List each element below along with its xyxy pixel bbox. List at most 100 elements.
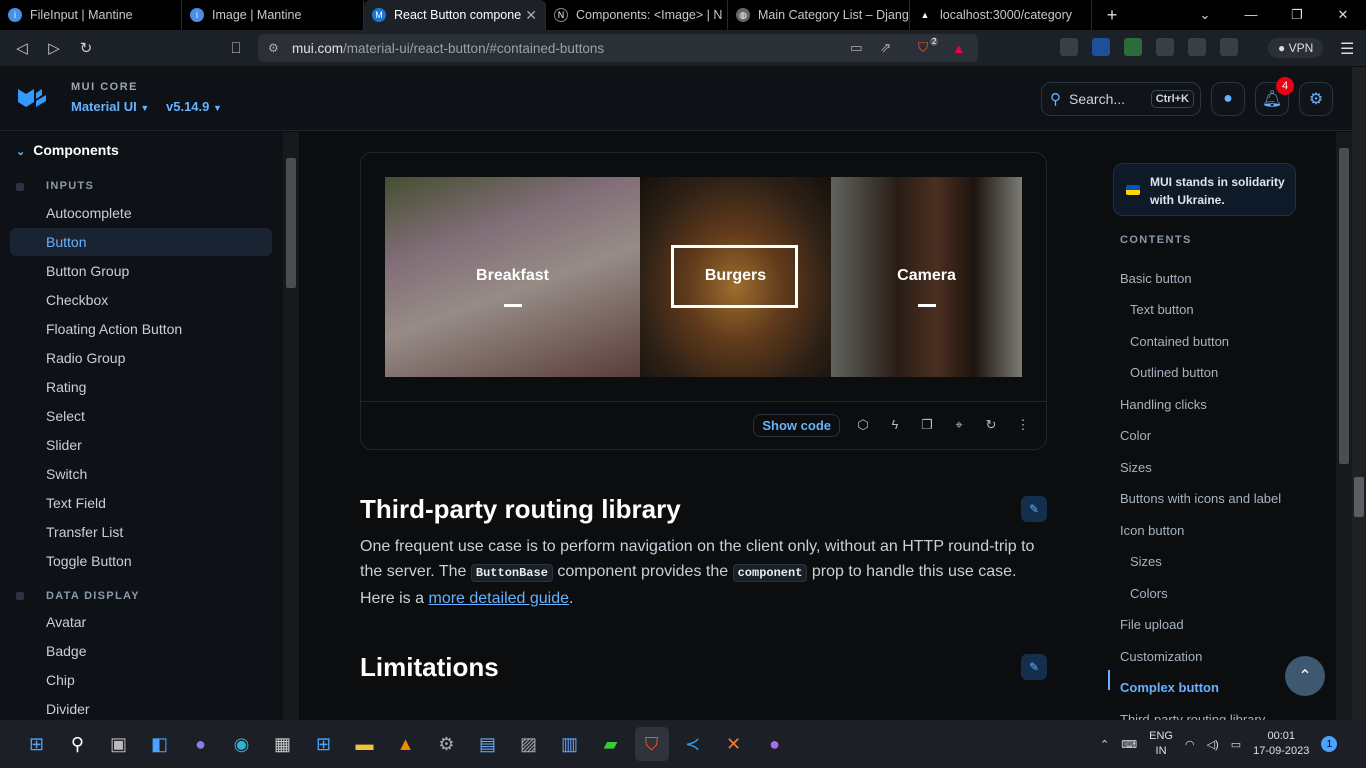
- page-scrollbar[interactable]: [1336, 132, 1352, 720]
- widgets-icon[interactable]: ◧: [143, 727, 177, 761]
- calculator-icon[interactable]: ▦: [266, 727, 300, 761]
- store-icon[interactable]: ⊞: [307, 727, 341, 761]
- image-button-breakfast[interactable]: Breakfast: [385, 177, 640, 377]
- image-button-camera[interactable]: Camera: [831, 177, 1022, 377]
- sidebar-item-checkbox[interactable]: Checkbox: [10, 286, 272, 314]
- sidebar-item-badge[interactable]: Badge: [10, 637, 272, 665]
- toc-item-icon-button[interactable]: Icon button: [1120, 523, 1184, 538]
- sidebar-item-autocomplete[interactable]: Autocomplete: [10, 199, 272, 227]
- sidebar-category[interactable]: ⌄ Components: [16, 142, 119, 158]
- sidebar-item-floating-action-button[interactable]: Floating Action Button: [10, 315, 272, 343]
- codesandbox-icon[interactable]: ⬡: [854, 417, 872, 435]
- notification-count[interactable]: 1: [1321, 736, 1338, 752]
- browser-tab[interactable]: N Components: <Image> | N: [546, 0, 728, 30]
- volume-icon[interactable]: ◁): [1207, 738, 1219, 751]
- back-icon[interactable]: ◁: [6, 39, 38, 57]
- search-icon[interactable]: ⚲: [61, 727, 95, 761]
- sidebar-scrollbar[interactable]: [283, 132, 299, 720]
- scrollbar-thumb[interactable]: [1339, 148, 1349, 464]
- toc-item-sizes[interactable]: Sizes: [1120, 460, 1152, 475]
- scrollbar-thumb[interactable]: [286, 158, 296, 288]
- new-tab-button[interactable]: +: [1092, 5, 1132, 26]
- copy-icon[interactable]: ❐: [918, 417, 936, 435]
- github-desktop-icon[interactable]: ●: [758, 727, 792, 761]
- ukraine-banner[interactable]: MUI stands in solidarity with Ukraine.: [1113, 163, 1296, 216]
- task-view-icon[interactable]: ▣: [102, 727, 136, 761]
- brave-icon[interactable]: ⛉: [634, 727, 669, 761]
- focus-icon[interactable]: ⌖: [950, 417, 968, 435]
- chevron-up-icon[interactable]: ⌃: [1100, 738, 1109, 751]
- battery-icon[interactable]: ▭: [1231, 738, 1241, 751]
- maximize-icon[interactable]: ❐: [1274, 7, 1320, 23]
- sidebar-item-select[interactable]: Select: [10, 402, 272, 430]
- toc-item-colors[interactable]: Colors: [1130, 586, 1168, 601]
- sidebar-item-toggle-button[interactable]: Toggle Button: [10, 547, 272, 575]
- scroll-to-top-button[interactable]: ⌃: [1285, 656, 1325, 696]
- close-tab-icon[interactable]: ✕: [525, 7, 537, 24]
- settings-button[interactable]: ⚙: [1299, 82, 1333, 116]
- edge-icon[interactable]: ◉: [225, 727, 259, 761]
- toc-item-file-upload[interactable]: File upload: [1120, 617, 1184, 632]
- notepad-icon[interactable]: ▤: [471, 727, 505, 761]
- toc-item-contained-button[interactable]: Contained button: [1130, 334, 1229, 349]
- sidebar-item-text-field[interactable]: Text Field: [10, 489, 272, 517]
- bookmark-icon[interactable]: ⎕: [220, 40, 252, 57]
- browser-tab[interactable]: ◍ Main Category List – Djang: [728, 0, 910, 30]
- sidebar-item-rating[interactable]: Rating: [10, 373, 272, 401]
- site-settings-icon[interactable]: ⚙: [268, 41, 279, 55]
- app-icon[interactable]: ▰: [594, 727, 628, 761]
- more-icon[interactable]: ⋮: [1014, 417, 1032, 435]
- xampp-icon[interactable]: ✕: [717, 727, 751, 761]
- browser-tab-active[interactable]: M React Button compone ✕: [364, 0, 546, 30]
- toc-item-outlined-button[interactable]: Outlined button: [1130, 365, 1218, 380]
- clock[interactable]: 00:01 17-09-2023: [1253, 729, 1309, 759]
- teams-icon[interactable]: ●: [184, 727, 218, 761]
- share-icon[interactable]: ⇗: [880, 40, 891, 56]
- network-app-icon[interactable]: ▥: [553, 727, 587, 761]
- sidebar-item-button-group[interactable]: Button Group: [10, 257, 272, 285]
- sidebar-item-radio-group[interactable]: Radio Group: [10, 344, 272, 372]
- brave-rewards-icon[interactable]: ▲: [952, 41, 965, 56]
- toc-item-customization[interactable]: Customization: [1120, 649, 1202, 664]
- copy-link-button[interactable]: ✎: [1021, 654, 1047, 680]
- sidebar-item-transfer-list[interactable]: Transfer List: [10, 518, 272, 546]
- sidebar-item-divider[interactable]: Divider: [10, 695, 272, 720]
- scrollbar-thumb[interactable]: [1354, 477, 1364, 517]
- start-icon[interactable]: ⊞: [20, 727, 54, 761]
- show-code-button[interactable]: Show code: [753, 414, 840, 437]
- vlc-icon[interactable]: ▲: [389, 727, 423, 761]
- vscode-icon[interactable]: ≺: [676, 727, 710, 761]
- close-window-icon[interactable]: ✕: [1320, 7, 1366, 23]
- extension-icon[interactable]: [1060, 38, 1078, 56]
- vpn-button[interactable]: ● VPN: [1268, 38, 1324, 58]
- extension-icon[interactable]: [1092, 38, 1110, 56]
- stackblitz-icon[interactable]: ϟ: [886, 417, 904, 435]
- sidebar-toggle-icon[interactable]: [1188, 38, 1206, 56]
- sidebar-item-slider[interactable]: Slider: [10, 431, 272, 459]
- toc-item-complex-button[interactable]: Complex button: [1120, 680, 1219, 695]
- sidebar-item-chip[interactable]: Chip: [10, 666, 272, 694]
- sidebar-item-avatar[interactable]: Avatar: [10, 608, 272, 636]
- reset-icon[interactable]: ↻: [982, 417, 1000, 435]
- browser-scrollbar[interactable]: [1352, 67, 1366, 720]
- language-indicator[interactable]: ENG IN: [1149, 729, 1173, 759]
- menu-icon[interactable]: ☰: [1340, 39, 1354, 59]
- cast-icon[interactable]: ▭: [850, 40, 863, 56]
- reload-icon[interactable]: ↻: [70, 39, 102, 57]
- extension-icon[interactable]: [1124, 38, 1142, 56]
- toc-item-text-button[interactable]: Text button: [1130, 302, 1194, 317]
- browser-tab[interactable]: i FileInput | Mantine: [0, 0, 182, 30]
- sidebar-item-switch[interactable]: Switch: [10, 460, 272, 488]
- search-button[interactable]: ⚲ Search... Ctrl+K: [1041, 82, 1201, 116]
- toc-item-handling-clicks[interactable]: Handling clicks: [1120, 397, 1207, 412]
- forward-icon[interactable]: ▷: [38, 39, 70, 57]
- mui-logo-icon[interactable]: [16, 85, 48, 111]
- file-explorer-icon[interactable]: ▬: [348, 727, 382, 761]
- settings-icon[interactable]: ⚙: [430, 727, 464, 761]
- toc-item-color[interactable]: Color: [1120, 428, 1151, 443]
- product-selector[interactable]: Material UI ▼: [71, 99, 149, 114]
- toc-item-buttons-with-icons-and-label[interactable]: Buttons with icons and label: [1120, 491, 1281, 506]
- version-selector[interactable]: v5.14.9 ▼: [166, 99, 222, 114]
- notifications-button[interactable]: 🔔︎ 4: [1255, 77, 1294, 116]
- browser-tab[interactable]: ▲ localhost:3000/category: [910, 0, 1092, 30]
